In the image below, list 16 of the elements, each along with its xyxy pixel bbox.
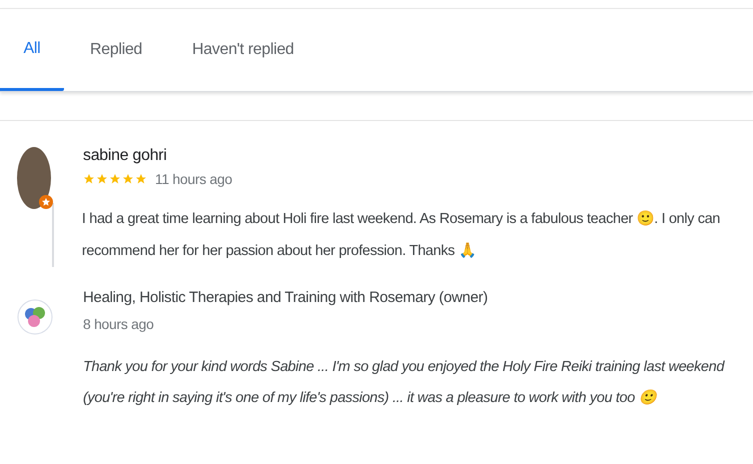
star-badge-icon: [39, 195, 53, 209]
review-text: I had a great time learning about Holi fire last weekend. As Rosemary is a fabulous teacher 🙂. I only can recommend her for her passion about her profession. Thanks 🙏: [82, 210, 722, 261]
star-icon: [122, 173, 134, 185]
reply-time: 8 hours ago: [83, 316, 155, 332]
review-time: 11 hours ago: [155, 171, 232, 187]
star-icon: [83, 173, 95, 185]
star-icon: [109, 173, 121, 185]
filter-tab[interactable]: Replied: [64, 9, 168, 91]
reviewer-name[interactable]: sabine gohri: [83, 147, 737, 165]
filter-tab[interactable]: Haven't replied: [168, 9, 318, 91]
owner-name: Healing, Holistic Therapies and Training with Rosemary (owner): [83, 289, 489, 306]
owner-reply-text: Thank you for your kind words Sabine ... I'm so glad you enjoyed the Holy Fire Reiki training last weekend (you're right in saying it's one of my life's passions) ... it was a pleasure to work with you too 🙂: [83, 358, 726, 408]
avatar-photo-placeholder: [17, 147, 51, 209]
star-icon: [96, 173, 108, 185]
filter-tab[interactable]: All: [0, 9, 64, 91]
star-icon: [135, 173, 147, 185]
